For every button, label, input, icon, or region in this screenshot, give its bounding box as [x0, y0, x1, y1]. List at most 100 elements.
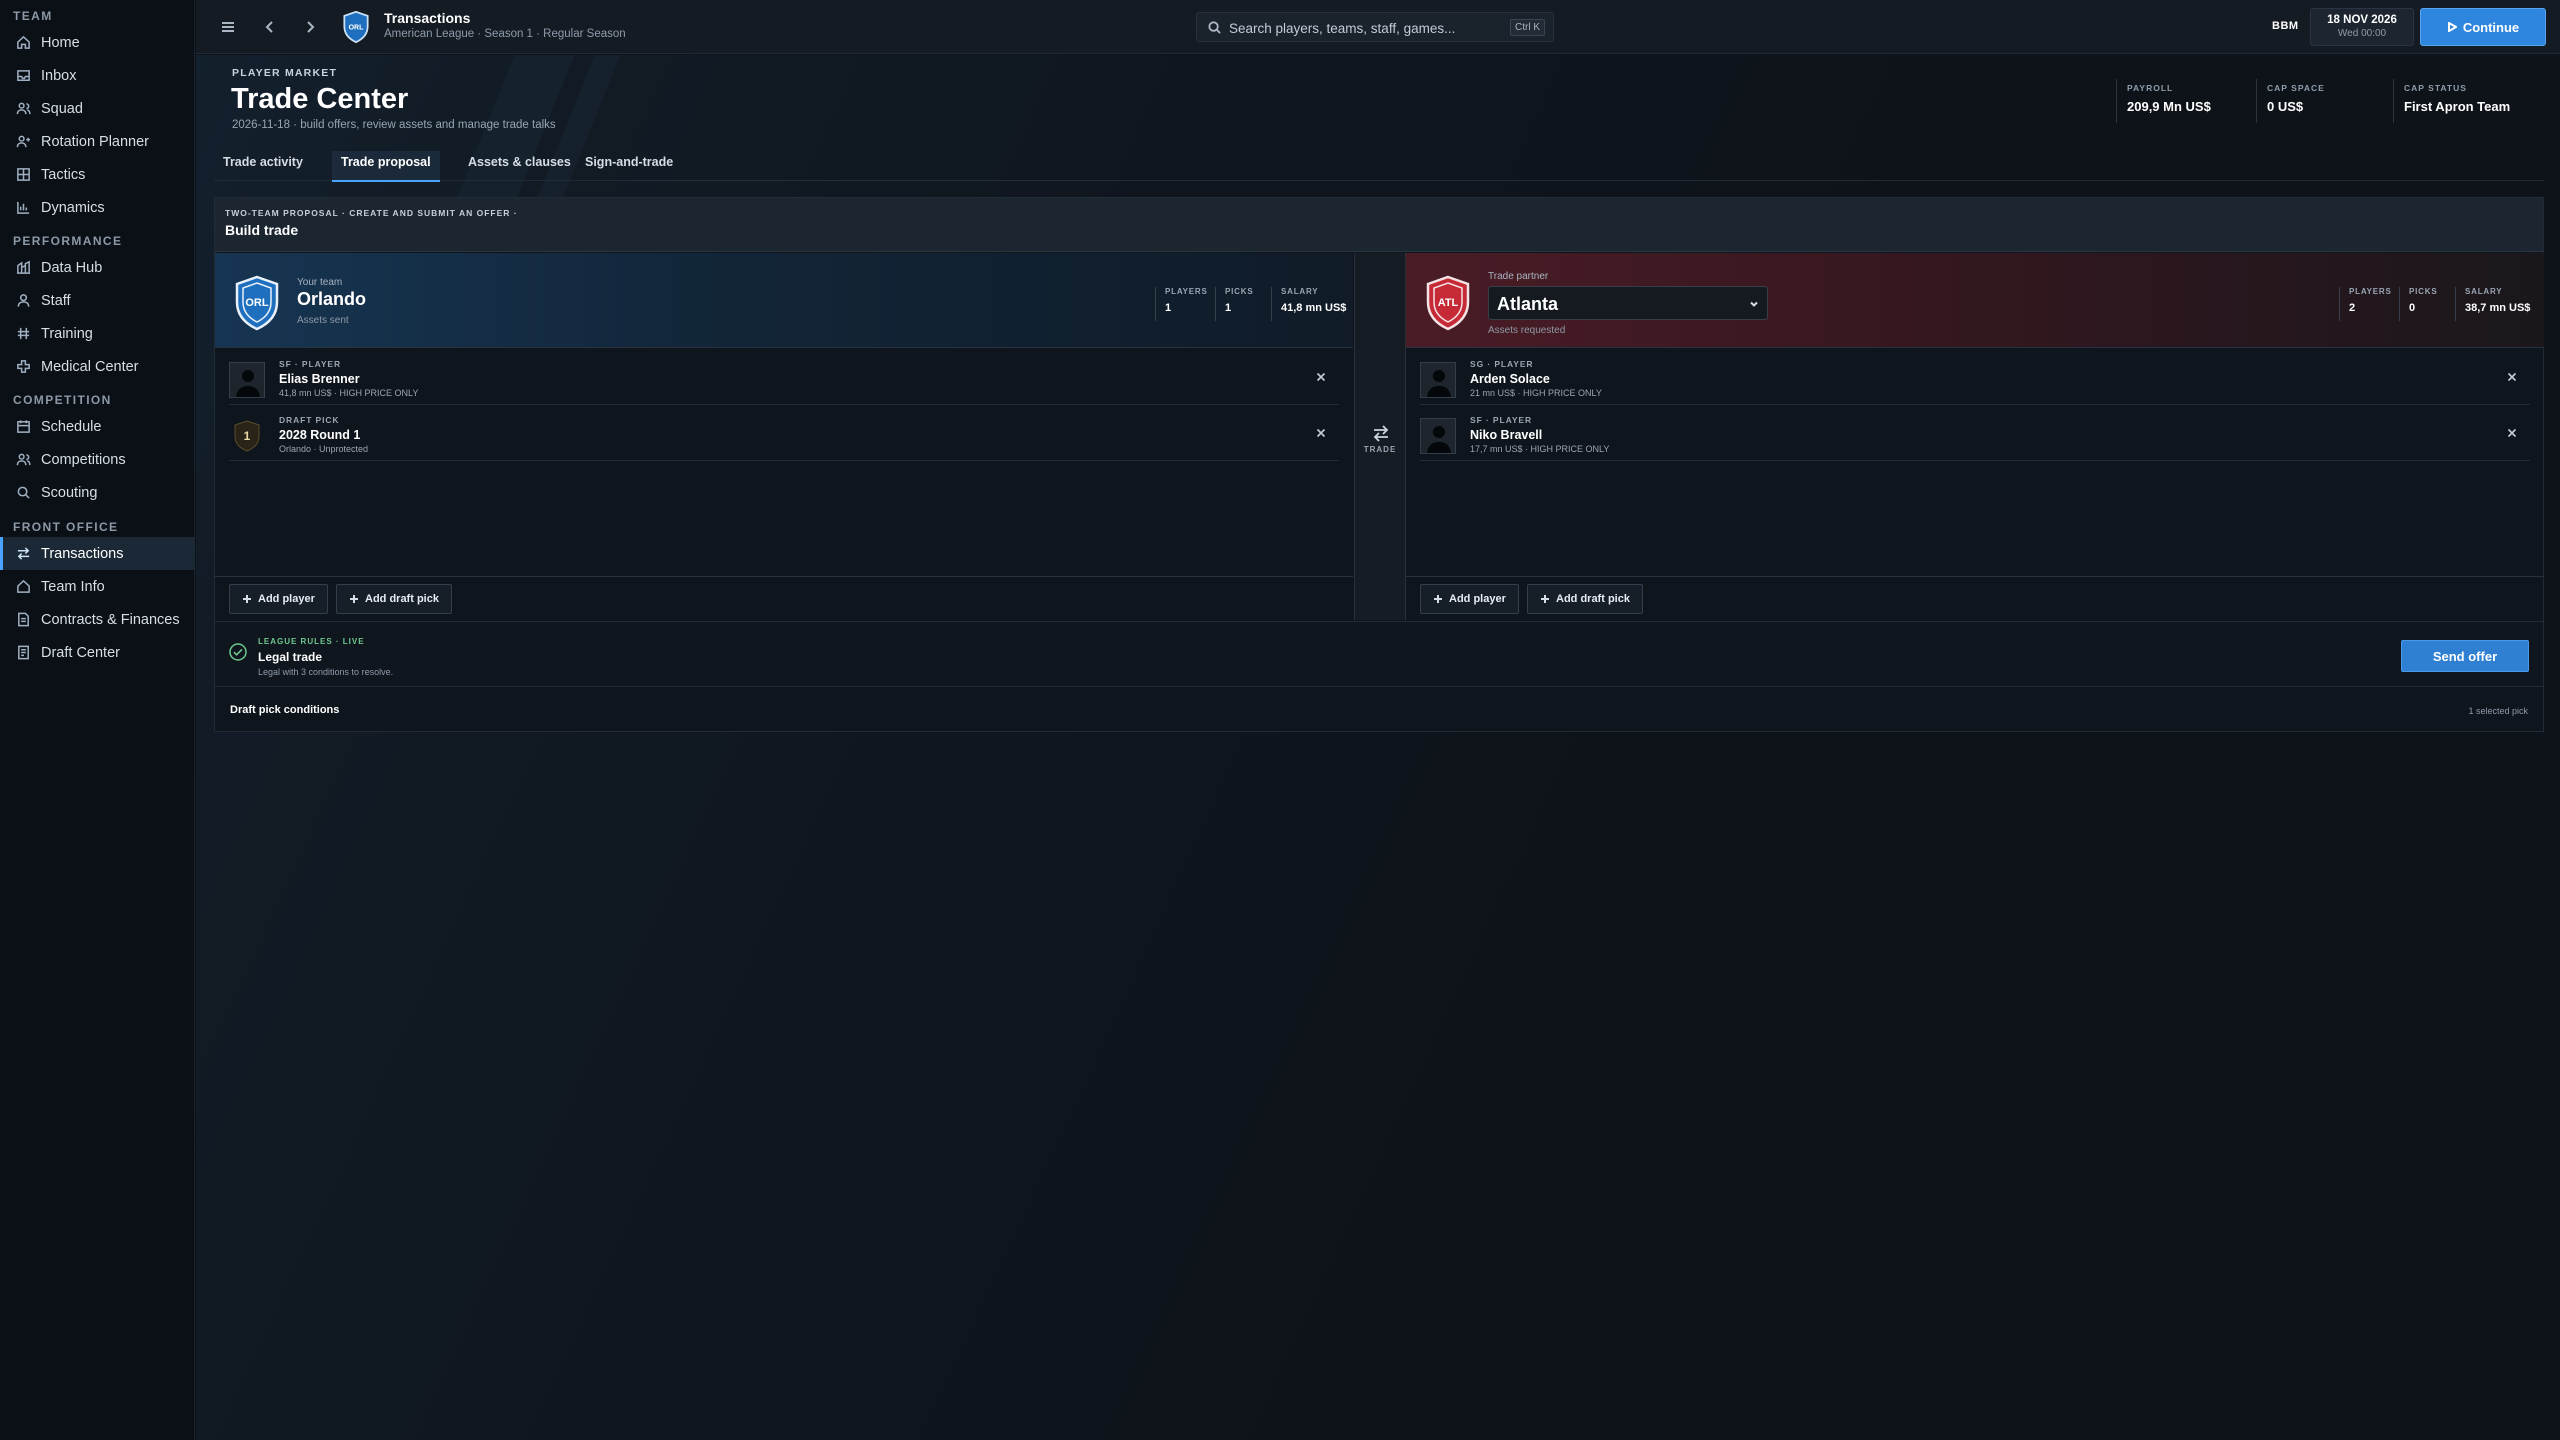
sidebar-item-rotation-planner[interactable]: Rotation Planner: [0, 125, 195, 158]
asset-row[interactable]: SG · PLAYER Arden Solace 21 mn US$ · HIG…: [1420, 349, 2530, 405]
asset-row[interactable]: 1 DRAFT PICK 2028 Round 1 Orlando · Unpr…: [229, 405, 1339, 461]
sidebar-item-transactions[interactable]: Transactions: [0, 537, 195, 570]
stat-value: 1: [1225, 302, 1232, 314]
add-draft-pick-button[interactable]: Add draft pick: [1527, 584, 1643, 614]
kpi-label: CAP SPACE: [2267, 83, 2325, 93]
continue-button[interactable]: Continue: [2420, 8, 2546, 46]
sidebar-item-squad[interactable]: Squad: [0, 92, 195, 125]
sidebar-section-performance: PERFORMANCE Data Hub Staff Training Medi…: [0, 231, 195, 383]
menu-button[interactable]: [215, 14, 241, 40]
tab-sign-and-trade[interactable]: Sign-and-trade: [576, 151, 682, 181]
search-input[interactable]: [1229, 18, 1489, 38]
sidebar-item-staff[interactable]: Staff: [0, 284, 195, 317]
transactions-icon: [17, 547, 30, 560]
sidebar-item-label: Scouting: [41, 484, 98, 501]
sidebar-item-training[interactable]: Training: [0, 317, 195, 350]
sidebar-item-label: Team Info: [41, 578, 105, 595]
sidebar-item-schedule[interactable]: Schedule: [0, 410, 195, 443]
check-circle-icon: [229, 643, 247, 661]
asset-position: SG · PLAYER: [1470, 359, 1534, 369]
user-badge[interactable]: BBM: [2272, 20, 2299, 32]
asset-name[interactable]: 2028 Round 1: [279, 428, 360, 442]
topbar-subtitle: American League · Season 1 · Regular Sea…: [384, 28, 626, 40]
tab-trade-proposal[interactable]: Trade proposal: [332, 151, 440, 182]
sidebar-item-label: Data Hub: [41, 259, 103, 276]
team-crest-icon: ORL: [343, 10, 369, 44]
conditions-label: Draft pick conditions: [230, 704, 340, 716]
asset-name[interactable]: Niko Bravell: [1470, 428, 1542, 442]
date-display[interactable]: 18 NOV 2026 Wed 00:00: [2310, 8, 2414, 46]
remove-asset-button[interactable]: [1313, 425, 1329, 441]
add-player-button[interactable]: Add player: [229, 584, 328, 614]
sidebar-item-draft-center[interactable]: Draft Center: [0, 636, 195, 669]
draft-pick-badge: 1: [233, 420, 261, 452]
player-silhouette-icon: [1427, 370, 1451, 397]
competitions-icon: [16, 453, 31, 466]
conditions-count: 1 selected pick: [2468, 706, 2528, 716]
send-offer-button[interactable]: Send offer: [2401, 640, 2529, 672]
trade-partner-header: ATL Trade partner Atlanta Assets request…: [1406, 253, 2544, 348]
trade-partner-name: Atlanta: [1497, 294, 1559, 314]
sidebar-item-tactics[interactable]: Tactics: [0, 158, 195, 191]
sidebar-item-data-hub[interactable]: Data Hub: [0, 251, 195, 284]
tab-assets-clauses[interactable]: Assets & clauses: [459, 151, 580, 181]
team-info-icon: [17, 579, 30, 593]
sidebar-item-label: Competitions: [41, 451, 126, 468]
sidebar-item-medical-center[interactable]: Medical Center: [0, 350, 195, 383]
stat-label: PLAYERS: [2349, 287, 2392, 296]
sidebar-section-title: PERFORMANCE: [13, 234, 123, 248]
sidebar-item-label: Training: [41, 325, 93, 342]
tab-trade-activity[interactable]: Trade activity: [214, 151, 312, 181]
sidebar-item-label: Staff: [41, 292, 71, 309]
topbar-title: Transactions: [384, 10, 471, 26]
pick-round: 1: [243, 429, 251, 443]
sidebar-item-contracts-finances[interactable]: Contracts & Finances: [0, 603, 195, 636]
trade-partner-select[interactable]: Atlanta: [1488, 286, 1768, 320]
player-silhouette-icon: [236, 370, 260, 397]
player-silhouette-icon: [1427, 426, 1451, 453]
forward-button[interactable]: [297, 14, 323, 40]
sidebar-section-team: TEAM Home Inbox Squad Rotation Planner T…: [0, 6, 195, 224]
add-player-button[interactable]: Add player: [1420, 584, 1519, 614]
sidebar-item-team-info[interactable]: Team Info: [0, 570, 195, 603]
play-icon: [2447, 22, 2457, 32]
stat-value: 2: [2349, 302, 2356, 314]
rules-status: Legal trade: [258, 650, 323, 664]
sidebar-item-label: Home: [41, 34, 80, 51]
kpi-value: 209,9 Mn US$: [2127, 99, 2211, 114]
search-box[interactable]: Ctrl K: [1196, 12, 1554, 42]
back-button[interactable]: [257, 14, 283, 40]
sidebar-item-dynamics[interactable]: Dynamics: [0, 191, 195, 224]
asset-position: SF · PLAYER: [1470, 415, 1533, 425]
stat-value: 41,8 mn US$: [1281, 302, 1347, 314]
stat-salary: SALARY 41,8 mn US$: [1271, 287, 1346, 321]
trade-partner-actions: Add player Add draft pick: [1406, 576, 2544, 620]
add-player-label: Add player: [258, 593, 315, 605]
asset-row[interactable]: SF · PLAYER Elias Brenner 41,8 mn US$ · …: [229, 349, 1339, 405]
sidebar-item-competitions[interactable]: Competitions: [0, 443, 195, 476]
kpi-payroll: PAYROLL 209,9 Mn US$: [2116, 79, 2246, 123]
stat-salary: SALARY 38,7 mn US$: [2455, 287, 2530, 321]
asset-row[interactable]: SF · PLAYER Niko Bravell 17,7 mn US$ · H…: [1420, 405, 2530, 461]
stat-value: 1: [1165, 302, 1172, 314]
sidebar-item-home[interactable]: Home: [0, 26, 195, 59]
stat-players: PLAYERS 1: [1155, 287, 1208, 321]
sidebar-item-scouting[interactable]: Scouting: [0, 476, 195, 509]
asset-name[interactable]: Elias Brenner: [279, 372, 360, 386]
stat-value: 0: [2409, 302, 2416, 314]
remove-asset-button[interactable]: [2504, 369, 2520, 385]
sidebar-item-label: Transactions: [41, 545, 124, 562]
your-team-name: Orlando: [297, 289, 367, 309]
continue-label: Continue: [2462, 19, 2520, 35]
sidebar-item-inbox[interactable]: Inbox: [0, 59, 195, 92]
chevron-right-icon: [307, 21, 315, 33]
asset-name[interactable]: Arden Solace: [1470, 372, 1550, 386]
add-draft-pick-button[interactable]: Add draft pick: [336, 584, 452, 614]
rotation-icon: [16, 135, 31, 148]
trade-divider: TRADE: [1354, 253, 1406, 620]
remove-asset-button[interactable]: [1313, 369, 1329, 385]
atlanta-crest-icon: ATL: [1426, 275, 1470, 331]
plus-icon: [1434, 595, 1442, 603]
remove-asset-button[interactable]: [2504, 425, 2520, 441]
draft-pick-conditions-row[interactable]: Draft pick conditions 1 selected pick: [215, 688, 2543, 732]
